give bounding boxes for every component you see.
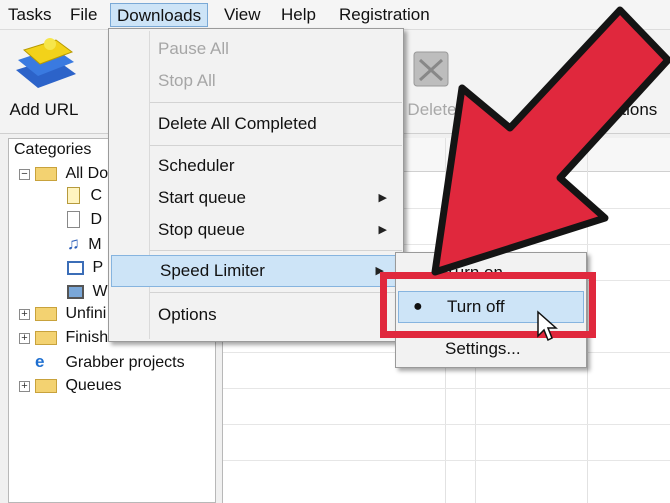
program-window-icon — [67, 260, 84, 275]
stop-queue-label: Stop queue — [158, 220, 245, 239]
categories-header: Categories — [14, 141, 92, 158]
menu-downloads[interactable]: Downloads — [110, 3, 209, 27]
tree-all-downloads[interactable]: All Do — [35, 163, 108, 185]
tree-item-label: W — [92, 283, 108, 300]
tree-item-label: C — [90, 187, 103, 204]
annotation-highlight-box — [380, 272, 596, 338]
menu-item-options[interactable]: Options — [109, 299, 403, 331]
options-label: Options — [598, 100, 658, 119]
add-url-button[interactable]: Add URL — [4, 30, 84, 119]
menu-item-delete-all-completed[interactable]: Delete All Completed — [109, 108, 403, 140]
delete-label: Delete — [407, 100, 457, 119]
delete-icon — [413, 51, 449, 87]
menu-file[interactable]: File — [64, 3, 103, 27]
menu-item-pause-all[interactable]: Pause All — [109, 33, 403, 65]
folder-check-icon — [35, 330, 57, 345]
tree-queues-label: Queues — [65, 377, 122, 394]
start-queue-label: Start queue — [158, 188, 246, 207]
menu-separator — [150, 250, 402, 251]
tree-item-label: M — [88, 236, 102, 253]
tree-queues[interactable]: Queues — [35, 375, 122, 397]
add-url-label: Add URL — [9, 100, 79, 119]
tree-unfinished-label: Unfini — [65, 305, 107, 322]
document-icon — [67, 211, 80, 229]
tree-item-music[interactable]: ♫ M — [67, 233, 102, 255]
tree-item-label: P — [92, 259, 104, 276]
row-divider — [223, 460, 670, 461]
downloads-dropdown-menu: Pause All Stop All Delete All Completed … — [108, 28, 404, 342]
tree-grabber-projects[interactable]: e Grabber projects — [35, 351, 185, 373]
tree-item-video[interactable]: W — [67, 281, 108, 303]
menu-separator — [150, 102, 402, 103]
menu-help[interactable]: Help — [275, 3, 322, 27]
column-q-label[interactable]: Q — [453, 146, 465, 164]
folder-download-icon — [35, 306, 57, 321]
tree-grabber-label: Grabber projects — [65, 354, 185, 371]
menu-separator — [150, 292, 402, 293]
tree-unfinished[interactable]: Unfini — [35, 303, 106, 325]
tree-item-documents[interactable]: D — [67, 209, 102, 231]
submenu-arrow-icon: ▶ — [378, 224, 387, 236]
add-url-icon — [16, 38, 76, 88]
tree-item-label: D — [90, 211, 103, 228]
menu-separator — [150, 145, 402, 146]
menu-item-stop-queue[interactable]: Stop queue ▶ — [109, 214, 403, 246]
menu-registration[interactable]: Registration — [333, 3, 436, 27]
video-film-icon — [67, 284, 84, 299]
folder-open-icon — [35, 166, 57, 181]
options-button[interactable]: Options — [588, 30, 668, 119]
mouse-cursor-icon — [537, 310, 558, 342]
options-icon — [620, 54, 652, 86]
browser-e-icon: e — [35, 352, 45, 371]
menu-view[interactable]: View — [218, 3, 267, 27]
menu-bar: Tasks File Downloads View Help Registrat… — [0, 0, 670, 30]
menu-item-start-queue[interactable]: Start queue ▶ — [109, 182, 403, 214]
expand-queues-icon[interactable]: + — [19, 381, 30, 392]
tree-item-programs[interactable]: P — [67, 257, 103, 279]
expand-unfinished-icon[interactable]: + — [19, 309, 30, 320]
tree-all-downloads-label: All Do — [65, 165, 109, 182]
row-divider — [223, 388, 670, 389]
folder-queues-icon — [35, 378, 57, 393]
menu-item-scheduler[interactable]: Scheduler — [109, 150, 403, 182]
menu-tasks[interactable]: Tasks — [2, 3, 57, 27]
collapse-all-downloads-icon[interactable]: − — [19, 169, 30, 180]
submenu-arrow-icon: ▶ — [378, 192, 387, 204]
row-divider — [223, 424, 670, 425]
tree-item-compressed[interactable]: C — [67, 185, 102, 207]
delete-button[interactable]: Delete — [402, 30, 462, 119]
zip-file-icon — [67, 187, 80, 205]
music-note-icon: ♫ — [67, 234, 80, 253]
speed-limiter-label: Speed Limiter — [160, 261, 265, 280]
menu-item-speed-limiter[interactable]: Speed Limiter ▶ — [111, 255, 401, 287]
menu-item-stop-all[interactable]: Stop All — [109, 65, 403, 97]
expand-finished-icon[interactable]: + — [19, 333, 30, 344]
